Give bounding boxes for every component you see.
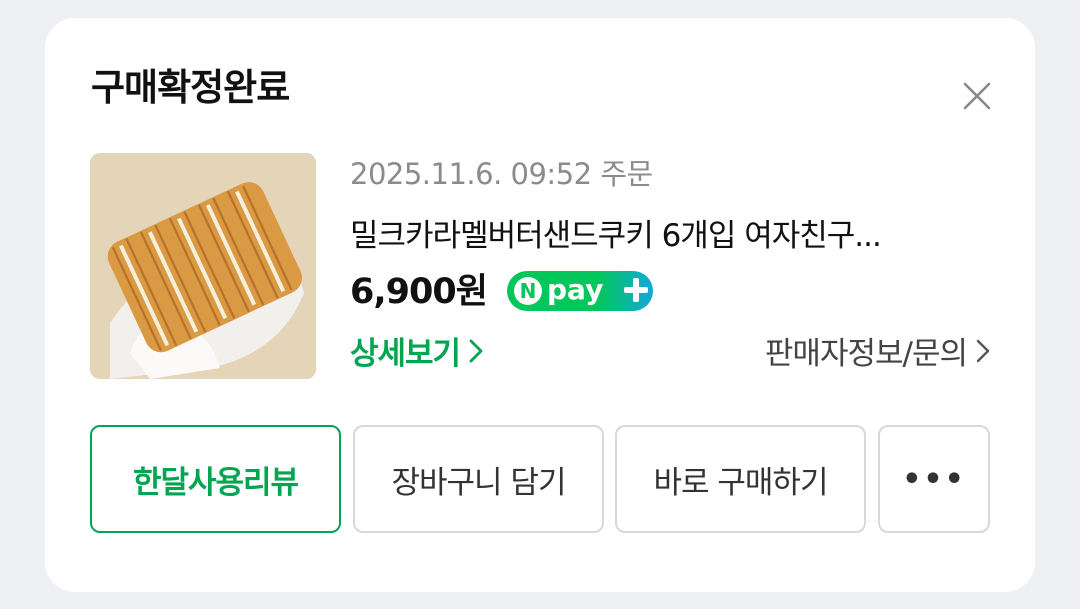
chevron-right-icon	[975, 332, 991, 376]
view-details-label: 상세보기	[350, 336, 461, 372]
purchase-confirm-card: 구매확정완료 2025.11.6. 09:52 주문 밀크카라멜버터샌드쿠키 6…	[45, 18, 1035, 592]
buy-now-button[interactable]: 바로 구매하기	[615, 425, 866, 533]
npay-n-icon: N	[514, 277, 542, 305]
close-icon[interactable]	[959, 78, 995, 114]
npay-plus-badge: N pay	[507, 271, 653, 311]
view-details-link[interactable]: 상세보기	[350, 332, 484, 376]
seller-info-label: 판매자정보/문의	[764, 336, 968, 372]
card-title: 구매확정완료	[91, 66, 290, 109]
plus-icon	[621, 275, 651, 305]
monthly-review-button[interactable]: 한달사용리뷰	[90, 425, 341, 533]
order-date: 2025.11.6. 09:52 주문	[350, 157, 653, 191]
npay-label: pay	[547, 273, 604, 306]
more-options-button[interactable]: •••	[878, 425, 990, 533]
add-to-cart-button[interactable]: 장바구니 담기	[353, 425, 604, 533]
product-price: 6,900원	[350, 272, 488, 312]
chevron-right-icon	[468, 332, 484, 376]
product-name[interactable]: 밀크카라멜버터샌드쿠키 6개입 여자친구...	[350, 214, 990, 258]
product-thumbnail[interactable]	[90, 153, 316, 379]
seller-info-link[interactable]: 판매자정보/문의	[765, 332, 991, 376]
